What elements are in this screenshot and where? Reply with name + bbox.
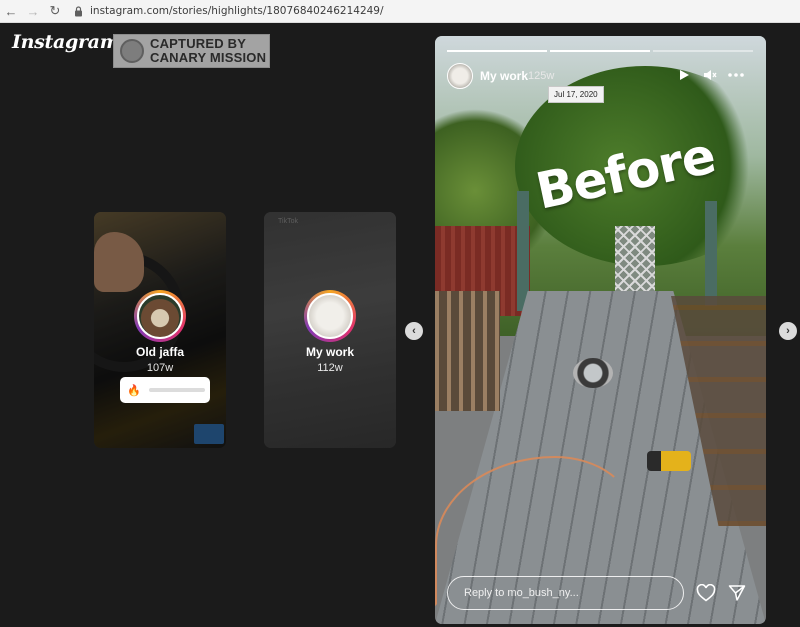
forward-button[interactable]: → [22, 0, 44, 23]
play-button[interactable] [676, 67, 692, 83]
date-tooltip: Jul 17, 2020 [548, 86, 604, 103]
slider-track [148, 388, 205, 392]
preview-name: Old jaffa [135, 345, 184, 359]
watermark-line-2: CANARY MISSION [150, 50, 267, 65]
story-avatar[interactable] [447, 63, 473, 89]
progress-segment [653, 50, 753, 52]
fire-icon: 🔥 [127, 384, 141, 397]
progress-segment [447, 50, 547, 52]
address-bar[interactable]: instagram.com/stories/highlights/1807684… [72, 0, 384, 23]
chevron-right-icon: › [786, 325, 790, 337]
photo-lattice [615, 226, 655, 296]
chevron-left-icon: ‹ [412, 325, 416, 337]
story-preview-my-work[interactable]: TikTok My work 112w [264, 212, 396, 448]
watermark-text: CAPTURED BY CANARY MISSION [150, 37, 266, 65]
reply-input[interactable] [447, 576, 684, 610]
canary-seal-icon [120, 39, 144, 63]
photo-railing [435, 291, 500, 411]
preview-avatar [137, 293, 183, 339]
arrow-left-icon: ← [4, 3, 18, 19]
emoji-slider-sticker: 🔥 [120, 377, 210, 403]
canary-mission-watermark: CAPTURED BY CANARY MISSION [113, 34, 270, 68]
send-icon [728, 585, 746, 601]
preview-avatar [307, 293, 353, 339]
photo-drill [647, 451, 691, 471]
send-button[interactable] [726, 582, 748, 604]
story-preview-old-jaffa[interactable]: Old jaffa 107w 🔥 [94, 212, 226, 448]
photo-post [705, 201, 717, 306]
progress-segment [550, 50, 650, 52]
lock-icon [72, 5, 84, 17]
url-text: instagram.com/stories/highlights/1807684… [90, 5, 384, 17]
photo-circular-saw [573, 358, 613, 388]
reload-button[interactable]: ↻ [44, 0, 66, 23]
preview-time: 107w [146, 362, 174, 374]
more-options-button[interactable] [728, 67, 744, 83]
preview-avatar-ring [304, 290, 356, 342]
reload-icon: ↻ [49, 3, 61, 18]
instagram-logo[interactable]: Instagram [12, 31, 120, 53]
more-icon [728, 73, 744, 77]
back-button[interactable]: ← [0, 0, 22, 23]
story-age: 125w [528, 70, 555, 82]
story-progress-bar [447, 50, 753, 52]
previous-story-button[interactable]: ‹ [405, 322, 423, 340]
active-story[interactable]: My work 125w Jul 17, 2020 Before [435, 36, 766, 624]
play-icon [679, 70, 689, 80]
watermark-line-1: CAPTURED BY [150, 36, 247, 51]
browser-toolbar: ← → ↻ instagram.com/stories/highlights/1… [0, 0, 800, 23]
preview-time: 112w [317, 362, 343, 374]
heart-icon [696, 584, 716, 602]
story-username[interactable]: My work [480, 69, 528, 83]
preview-avatar-ring [134, 290, 186, 342]
arrow-right-icon: → [26, 3, 40, 19]
preview-name: My work [305, 345, 354, 359]
next-story-button[interactable]: › [779, 322, 797, 340]
like-button[interactable] [695, 582, 717, 604]
mute-icon [704, 70, 717, 80]
mute-button[interactable] [702, 67, 718, 83]
